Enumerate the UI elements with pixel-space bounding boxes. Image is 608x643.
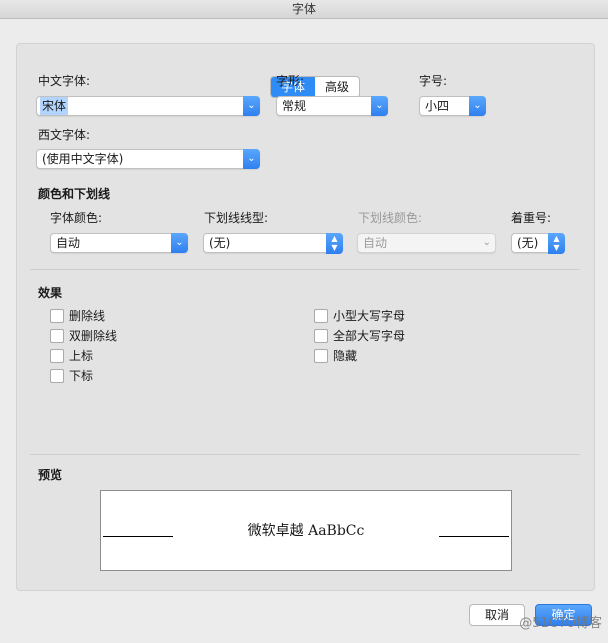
font-color-label: 字体颜色:: [50, 211, 103, 225]
font-color-select[interactable]: 自动 ⌄: [50, 233, 188, 253]
underline-color-select: 自动 ⌄: [357, 233, 496, 253]
checkbox-icon: [50, 368, 64, 383]
chinese-font-select[interactable]: 宋体 ⌄: [36, 96, 260, 116]
chinese-font-value: 宋体: [40, 97, 69, 115]
western-font-value: (使用中文字体): [42, 152, 124, 166]
superscript-label: 上标: [69, 349, 94, 363]
checkbox-icon: [314, 328, 328, 343]
cancel-button[interactable]: 取消: [469, 604, 525, 626]
checkbox-icon: [314, 348, 328, 363]
western-font-select[interactable]: (使用中文字体) ⌄: [36, 149, 260, 169]
font-style-label: 字形:: [276, 74, 305, 88]
chevron-down-icon: ⌄: [371, 96, 388, 116]
chevron-down-icon: ⌄: [243, 149, 260, 169]
effects-title: 效果: [38, 286, 63, 300]
underline-color-value: 自动: [363, 236, 388, 250]
strikethrough-checkbox[interactable]: 删除线: [50, 307, 105, 324]
preview-baseline-right: [439, 536, 509, 537]
font-panel: 字体 高级 中文字体: 字形: 字号: 宋体 ⌄ 常规 ⌄ 小四 ⌄ 西文字体:…: [16, 43, 595, 591]
subscript-checkbox[interactable]: 下标: [50, 367, 93, 384]
up-down-arrows-icon: ▲ ▼: [548, 233, 565, 254]
color-underline-title: 颜色和下划线: [38, 187, 111, 201]
double-strikethrough-checkbox[interactable]: 双删除线: [50, 327, 117, 344]
window-title: 字体: [0, 0, 608, 19]
hidden-label: 隐藏: [333, 349, 358, 363]
preview-box: 微软卓越 AaBbCc: [100, 490, 512, 571]
font-size-label: 字号:: [419, 74, 448, 88]
superscript-checkbox[interactable]: 上标: [50, 347, 93, 364]
small-caps-checkbox[interactable]: 小型大写字母: [314, 307, 405, 324]
chevron-down-icon: ⌄: [482, 237, 491, 248]
checkbox-icon: [50, 328, 64, 343]
preview-sample-text: 微软卓越 AaBbCc: [247, 523, 365, 539]
strikethrough-label: 删除线: [69, 309, 106, 323]
watermark: @51CTO博客: [519, 616, 602, 631]
hidden-checkbox[interactable]: 隐藏: [314, 347, 357, 364]
font-size-select[interactable]: 小四 ⌄: [419, 96, 486, 116]
emphasis-label: 着重号:: [511, 211, 552, 225]
underline-color-label: 下划线颜色:: [358, 211, 423, 225]
western-font-label: 西文字体:: [38, 128, 91, 142]
all-caps-label: 全部大写字母: [333, 329, 406, 343]
font-size-value: 小四: [425, 99, 450, 113]
checkbox-icon: [50, 308, 64, 323]
tab-advanced[interactable]: 高级: [315, 77, 359, 97]
subscript-label: 下标: [69, 369, 94, 383]
preview-title: 预览: [38, 468, 63, 482]
chevron-down-icon: ⌄: [171, 233, 188, 253]
underline-style-value: (无): [209, 236, 231, 250]
double-strikethrough-label: 双删除线: [69, 329, 118, 343]
chevron-down-icon: ⌄: [243, 96, 260, 116]
checkbox-icon: [314, 308, 328, 323]
emphasis-select[interactable]: (无) ▲ ▼: [511, 233, 565, 254]
font-color-value: 自动: [56, 236, 81, 250]
up-down-arrows-icon: ▲ ▼: [326, 233, 343, 254]
font-style-select[interactable]: 常规 ⌄: [276, 96, 388, 116]
underline-style-label: 下划线线型:: [204, 211, 269, 225]
small-caps-label: 小型大写字母: [333, 309, 406, 323]
chevron-down-icon: ⌄: [469, 96, 486, 116]
chinese-font-label: 中文字体:: [38, 74, 91, 88]
separator: [30, 454, 580, 455]
font-style-value: 常规: [282, 99, 307, 113]
emphasis-value: (无): [517, 236, 539, 250]
all-caps-checkbox[interactable]: 全部大写字母: [314, 327, 405, 344]
separator: [30, 269, 580, 270]
checkbox-icon: [50, 348, 64, 363]
underline-style-select[interactable]: (无) ▲ ▼: [203, 233, 343, 254]
